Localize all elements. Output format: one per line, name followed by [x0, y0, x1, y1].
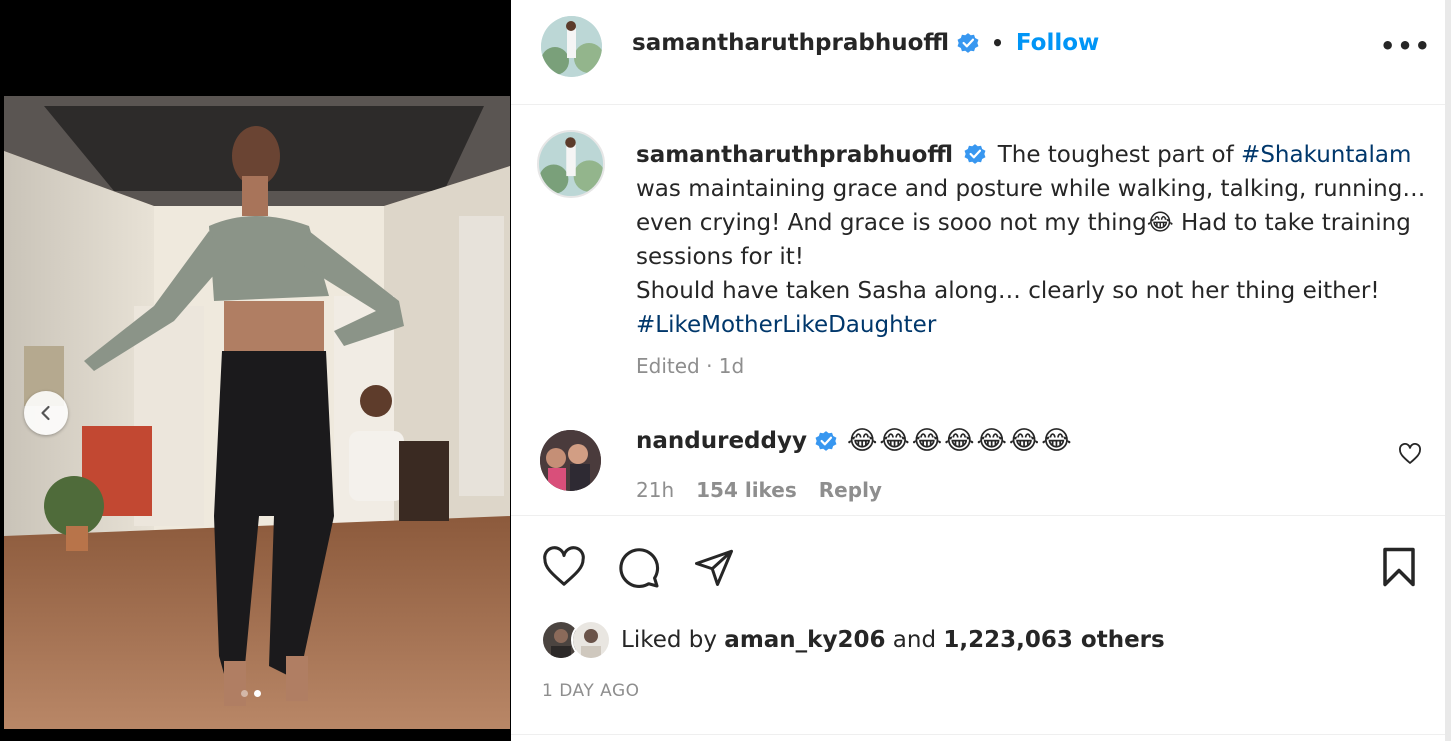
liked-by-text: Liked by aman_ky206 and 1,223,063 others — [621, 627, 1165, 653]
liked-by-and: and — [892, 627, 937, 653]
caption-username[interactable]: samantharuthprabhuoffl — [636, 142, 953, 168]
liked-by: Liked by aman_ky206 and 1,223,063 others — [541, 620, 1165, 660]
carousel-prev-button[interactable] — [24, 391, 68, 435]
verified-badge-icon — [957, 33, 979, 53]
likes-count[interactable]: 1,223,063 others — [943, 627, 1164, 653]
scrollbar[interactable] — [1445, 0, 1451, 741]
post-caption: samantharuthprabhuoffl The toughest part… — [636, 138, 1426, 342]
comments-section: samantharuthprabhuoffl The toughest part… — [511, 105, 1445, 516]
chevron-left-icon — [41, 405, 50, 421]
liked-by-prefix: Liked by — [621, 627, 717, 653]
carousel-dot-active — [254, 690, 261, 697]
hashtag-link[interactable]: #Shakuntalam — [1241, 142, 1411, 168]
heart-icon — [1399, 443, 1421, 464]
commenter-username[interactable]: nandureddyy — [636, 428, 807, 454]
comment-text: 😂😂😂😂😂😂😂 — [846, 426, 1074, 456]
liker-avatar[interactable] — [571, 620, 611, 660]
carousel-dot — [241, 690, 248, 697]
more-options-button[interactable]: ••• — [1380, 32, 1432, 60]
share-button[interactable] — [692, 546, 736, 592]
save-button[interactable] — [1381, 546, 1417, 592]
caption-meta: Edited · 1d — [636, 354, 745, 378]
author-line: samantharuthprabhuoffl • Follow — [632, 30, 1099, 56]
author-username[interactable]: samantharuthprabhuoffl — [632, 30, 949, 56]
follow-button[interactable]: Follow — [1016, 30, 1099, 56]
header-separator: • — [991, 31, 1004, 55]
comment-likes[interactable]: 154 likes — [696, 478, 797, 502]
reply-button[interactable]: Reply — [819, 478, 882, 502]
paper-plane-icon — [695, 549, 733, 586]
post-media — [0, 0, 511, 741]
post-photo — [4, 96, 510, 729]
verified-badge-icon — [815, 431, 837, 451]
post-date[interactable]: 1 DAY AGO — [542, 681, 640, 701]
laughing-emoji: 😂 — [1146, 210, 1174, 236]
commenter-avatar[interactable] — [540, 430, 601, 491]
comment: nandureddyy 😂😂😂😂😂😂😂 — [636, 426, 1074, 456]
caption-text-4: Should have taken Sasha along… clearly s… — [636, 278, 1380, 304]
author-avatar[interactable] — [541, 16, 602, 77]
divider — [511, 734, 1445, 735]
caption-text-1: The toughest part of — [997, 142, 1234, 168]
caption-author-avatar[interactable] — [537, 130, 605, 198]
hashtag-link[interactable]: #LikeMotherLikeDaughter — [636, 312, 936, 338]
comment-meta: 21h 154 likes Reply — [636, 478, 882, 502]
comment-like-button[interactable] — [1398, 443, 1422, 469]
bookmark-icon — [1383, 547, 1415, 587]
verified-badge-icon — [964, 144, 986, 164]
post-header: samantharuthprabhuoffl • Follow ••• — [511, 0, 1445, 105]
comment-bubble-icon — [619, 548, 660, 588]
comment-time: 21h — [636, 478, 675, 502]
post-details-panel: samantharuthprabhuoffl • Follow ••• sama… — [511, 0, 1451, 741]
like-button[interactable] — [541, 546, 587, 592]
liker-username[interactable]: aman_ky206 — [724, 627, 885, 653]
media-letterbox-top — [0, 0, 511, 96]
heart-icon — [543, 546, 585, 586]
comment-button[interactable] — [617, 546, 661, 594]
carousel-indicator — [241, 690, 261, 697]
